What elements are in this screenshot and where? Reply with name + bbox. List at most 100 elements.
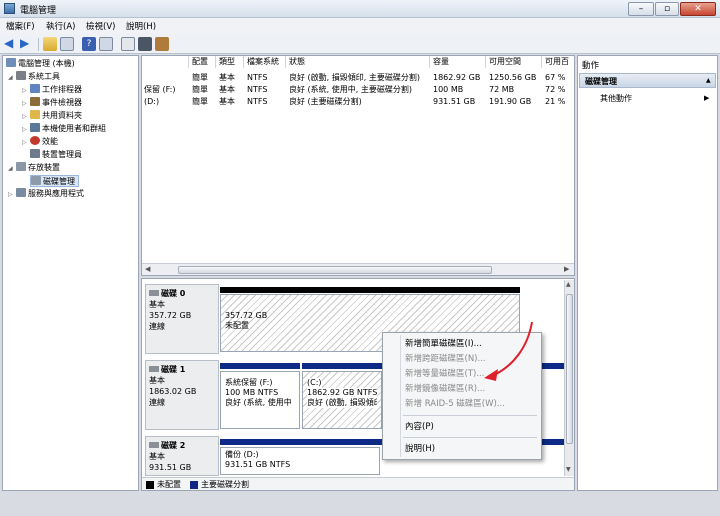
menu-help[interactable]: 說明(H) (126, 20, 156, 32)
minimize-button[interactable]: – (628, 2, 654, 16)
column-header-percent-free[interactable]: 可用百 (542, 56, 574, 68)
cell-status: 良好 (主要磁碟分割) (289, 97, 362, 106)
tree-item-label: 共用資料夾 (42, 111, 82, 120)
cell-capacity: 1862.92 GB (433, 73, 481, 82)
action-pane-icon[interactable] (99, 37, 113, 51)
tools-icon (16, 71, 26, 80)
event-viewer-icon (30, 97, 40, 106)
partition-system-reserved[interactable]: 系統保留 (F:) 100 MB NTFS 良好 (系統, 使用中 (220, 371, 300, 429)
properties-icon[interactable] (155, 37, 169, 51)
column-header-type[interactable]: 類型 (216, 56, 244, 68)
scroll-left-icon[interactable]: ◀ (145, 265, 150, 273)
disk-status: 連線 (149, 322, 165, 331)
tree-item-local-users[interactable]: ▷ 本機使用者和群組 (22, 123, 106, 135)
maximize-button[interactable]: ▫ (655, 2, 679, 16)
collapse-icon[interactable]: ▲ (706, 77, 711, 84)
column-header-free-space[interactable]: 可用空間 (486, 56, 542, 68)
actions-section[interactable]: 磁碟管理 ▲ (579, 73, 716, 88)
disk-0-label[interactable]: 磁碟 0 基本 357.72 GB 連線 (145, 284, 219, 354)
vertical-scrollbar[interactable]: ▲ ▼ (564, 280, 574, 476)
tree-item-storage[interactable]: ◢ 存放裝置 (8, 162, 60, 174)
tree-item-shared-folders[interactable]: ▷ 共用資料夾 (22, 110, 82, 122)
menu-properties[interactable]: 內容(P) (405, 421, 434, 433)
expand-icon[interactable]: ▷ (22, 87, 30, 94)
tree-item-disk-management[interactable]: 磁碟管理 (30, 175, 79, 187)
disk-size: 357.72 GB (149, 311, 192, 320)
tree-item-system-tools[interactable]: ◢ 系統工具 (8, 71, 60, 83)
help-icon[interactable]: ? (82, 37, 96, 51)
actions-section-label: 磁碟管理 (585, 77, 617, 86)
forward-icon[interactable]: ▶ (20, 37, 34, 51)
partition-size: 100 MB NTFS (225, 388, 279, 397)
menu-bar: 檔案(F) 執行(A) 檢視(V) 說明(H) (0, 18, 720, 34)
partition-name: 備份 (D:) (225, 450, 259, 459)
expand-icon[interactable]: ▷ (22, 100, 30, 107)
menu-help[interactable]: 說明(H) (405, 443, 435, 455)
tree-root[interactable]: 電腦管理 (本機) (6, 58, 75, 70)
tree-item-task-scheduler[interactable]: ▷ 工作排程器 (22, 84, 82, 96)
expand-icon[interactable]: ▷ (22, 139, 30, 146)
window-title: 電腦管理 (20, 6, 57, 16)
tree-item-label: 存放裝置 (28, 163, 60, 172)
column-header-layout[interactable]: 配置 (189, 56, 216, 68)
cell-layout: 簡單 (192, 73, 208, 82)
column-header-filesystem[interactable]: 檔案系統 (244, 56, 286, 68)
arrow-head (484, 369, 498, 381)
up-folder-icon[interactable] (43, 37, 57, 51)
scroll-up-icon[interactable]: ▲ (566, 281, 571, 288)
performance-icon (30, 136, 40, 145)
expand-icon[interactable]: ▷ (22, 113, 30, 120)
partition-d[interactable]: 備份 (D:) 931.51 GB NTFS (220, 447, 380, 475)
tree-item-device-manager[interactable]: 裝置管理員 (30, 149, 82, 161)
column-header-status[interactable]: 狀態 (286, 56, 430, 68)
legend: 未配置 主要磁碟分割 (142, 477, 574, 490)
users-icon (30, 123, 40, 132)
column-header-capacity[interactable]: 容量 (430, 56, 486, 68)
cell-filesystem: NTFS (247, 73, 268, 82)
menu-action[interactable]: 執行(A) (46, 20, 75, 32)
cell-percent-free: 67 % (545, 73, 566, 82)
disk-1-label[interactable]: 磁碟 1 基本 1863.02 GB 連線 (145, 360, 219, 430)
menu-file[interactable]: 檔案(F) (6, 20, 35, 32)
horizontal-scrollbar[interactable]: ◀ ▶ (142, 263, 574, 275)
export-list-icon[interactable] (138, 37, 152, 51)
refresh-icon[interactable] (121, 37, 135, 51)
partition-status: 良好 (系統, 使用中 (225, 398, 292, 407)
collapse-icon[interactable]: ◢ (8, 74, 16, 81)
scrollbar-thumb[interactable] (178, 266, 492, 274)
menu-new-raid5-volume[interactable]: 新增 RAID-5 磁碟區(W)... (405, 398, 505, 410)
cell-type: 基本 (219, 85, 235, 94)
cell-percent-free: 72 % (545, 85, 566, 94)
cell-capacity: 100 MB (433, 85, 464, 94)
disk-2-label[interactable]: 磁碟 2 基本 931.51 GB (145, 436, 219, 476)
tree-root-label: 電腦管理 (本機) (18, 59, 75, 68)
show-hide-tree-icon[interactable] (60, 37, 74, 51)
tree-item-event-viewer[interactable]: ▷ 事件檢視器 (22, 97, 82, 109)
scroll-right-icon[interactable]: ▶ (564, 265, 569, 273)
tree-item-services-apps[interactable]: ▷ 服務與應用程式 (8, 188, 84, 200)
legend-unallocated-label: 未配置 (157, 480, 181, 489)
close-button[interactable]: ✕ (680, 2, 716, 16)
partition-name: (C:) (307, 378, 322, 388)
submenu-arrow-icon: ▶ (704, 94, 710, 102)
column-header-volume[interactable] (142, 56, 189, 68)
partition-c[interactable]: (C:) 1862.92 GB NTFS 良好 (啟動, 損毀傾印 (302, 371, 382, 429)
partition-size: 1862.92 GB NTFS (307, 388, 378, 398)
scrollbar-thumb[interactable] (566, 294, 573, 444)
expand-icon[interactable]: ▷ (22, 126, 30, 133)
menu-separator (403, 415, 537, 416)
tree-item-performance[interactable]: ▷ 效能 (22, 136, 58, 148)
scroll-down-icon[interactable]: ▼ (566, 466, 571, 473)
shared-folder-icon (30, 110, 40, 119)
cell-percent-free: 21 % (545, 97, 566, 106)
actions-more[interactable]: 其他動作 (600, 93, 632, 104)
back-icon[interactable]: ◀ (4, 37, 18, 51)
partition-size: 931.51 GB NTFS (225, 460, 291, 469)
collapse-icon[interactable]: ◢ (8, 165, 16, 172)
disk-name: 磁碟 1 (161, 365, 186, 374)
toolbar-divider (38, 38, 39, 51)
expand-icon[interactable]: ▷ (8, 191, 16, 198)
tree-item-label: 服務與應用程式 (28, 189, 84, 198)
menu-view[interactable]: 檢視(V) (86, 20, 115, 32)
tree-item-label: 裝置管理員 (42, 150, 82, 159)
